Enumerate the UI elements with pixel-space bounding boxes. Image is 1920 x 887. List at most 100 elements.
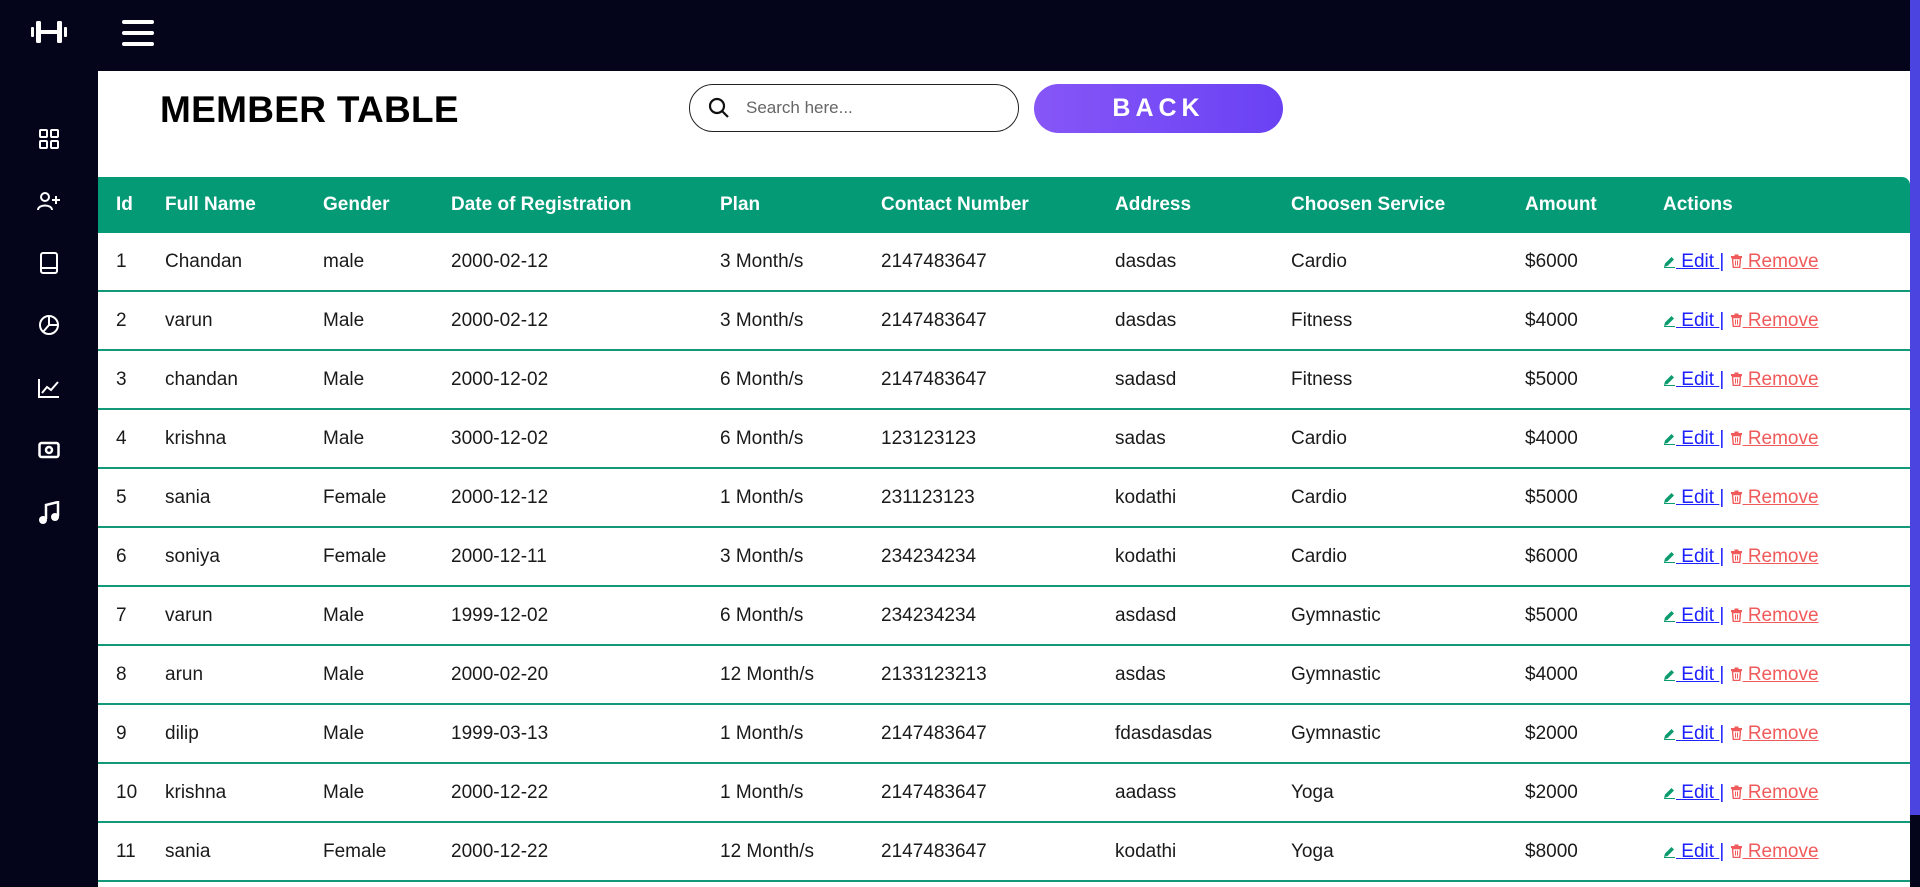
pencil-icon — [1663, 605, 1676, 626]
column-header-actions: Actions — [1663, 177, 1910, 233]
column-header-gender[interactable]: Gender — [323, 177, 451, 233]
pie-chart-icon[interactable] — [36, 312, 62, 338]
cell-address: sadasd — [1115, 351, 1291, 410]
cell-date-of-registration: 1999-03-13 — [451, 705, 720, 764]
cell-id: 9 — [98, 705, 165, 764]
column-header-id[interactable]: Id — [98, 177, 165, 233]
cell-contact-number: 234234234 — [881, 528, 1115, 587]
pencil-icon — [1663, 841, 1676, 862]
column-header-amount[interactable]: Amount — [1525, 177, 1663, 233]
remove-label: Remove — [1747, 368, 1819, 390]
action-separator: | — [1719, 781, 1725, 803]
edit-link[interactable]: Edit | — [1676, 605, 1724, 626]
edit-link[interactable]: Edit | — [1676, 723, 1724, 744]
action-separator: | — [1719, 309, 1725, 331]
edit-link[interactable]: Edit | — [1676, 428, 1724, 449]
trash-icon — [1730, 487, 1743, 508]
action-separator: | — [1719, 486, 1725, 508]
edit-label: Edit — [1681, 368, 1715, 390]
cell-actions: Edit | Remove — [1663, 528, 1910, 587]
cell-actions: Edit | Remove — [1663, 587, 1910, 646]
cell-gender: Male — [323, 705, 451, 764]
remove-link[interactable]: Remove — [1743, 664, 1819, 685]
money-icon[interactable] — [36, 437, 62, 463]
dashboard-grid-icon[interactable] — [36, 126, 62, 152]
edit-link[interactable]: Edit | — [1676, 310, 1724, 331]
search-box[interactable] — [689, 84, 1019, 132]
cell-plan: 6 Month/s — [720, 351, 881, 410]
hamburger-icon[interactable] — [122, 20, 154, 46]
column-header-plan[interactable]: Plan — [720, 177, 881, 233]
line-chart-icon[interactable] — [36, 375, 62, 401]
edit-link[interactable]: Edit | — [1676, 782, 1724, 803]
edit-label: Edit — [1681, 427, 1715, 449]
cell-plan: 1 Month/s — [720, 764, 881, 823]
remove-label: Remove — [1747, 486, 1819, 508]
cell-plan: 6 Month/s — [720, 587, 881, 646]
remove-link[interactable]: Remove — [1743, 605, 1819, 626]
edit-label: Edit — [1681, 781, 1715, 803]
remove-label: Remove — [1747, 427, 1819, 449]
cell-choosen-service: Cardio — [1291, 410, 1525, 469]
add-user-icon[interactable] — [36, 188, 62, 214]
column-header-choosen-service[interactable]: Choosen Service — [1291, 177, 1525, 233]
back-button[interactable]: BACK — [1034, 84, 1283, 133]
search-input[interactable] — [744, 97, 998, 119]
remove-link[interactable]: Remove — [1743, 428, 1819, 449]
column-header-full-name[interactable]: Full Name — [165, 177, 323, 233]
remove-label: Remove — [1747, 250, 1819, 272]
book-icon[interactable] — [36, 250, 62, 276]
table-row: 8 arun Male 2000-02-20 12 Month/s 2133123213 a… — [98, 646, 1910, 705]
cell-gender: Female — [323, 528, 451, 587]
cell-date-of-registration: 2000-02-12 — [451, 292, 720, 351]
column-header-address[interactable]: Address — [1115, 177, 1291, 233]
remove-label: Remove — [1747, 604, 1819, 626]
trash-icon — [1730, 251, 1743, 272]
remove-link[interactable]: Remove — [1743, 251, 1819, 272]
cell-date-of-registration: 2000-12-11 — [451, 528, 720, 587]
music-icon[interactable] — [36, 500, 62, 526]
remove-link[interactable]: Remove — [1743, 723, 1819, 744]
cell-contact-number: 2147483647 — [881, 823, 1115, 882]
edit-link[interactable]: Edit | — [1676, 546, 1724, 567]
cell-amount: $8000 — [1525, 823, 1663, 882]
remove-label: Remove — [1747, 309, 1819, 331]
table-row: 10 krishna Male 2000-12-22 1 Month/s 21474836… — [98, 764, 1910, 823]
cell-actions: Edit | Remove — [1663, 233, 1910, 292]
edit-link[interactable]: Edit | — [1676, 487, 1724, 508]
table-row: 6 soniya Female 2000-12-11 3 Month/s 23423423… — [98, 528, 1910, 587]
remove-link[interactable]: Remove — [1743, 310, 1819, 331]
cell-choosen-service: Fitness — [1291, 351, 1525, 410]
cell-choosen-service: Gymnastic — [1291, 646, 1525, 705]
cell-date-of-registration: 1999-12-02 — [451, 587, 720, 646]
table-row: 9 dilip Male 1999-03-13 1 Month/s 2147483647 f… — [98, 705, 1910, 764]
dumbbell-icon[interactable] — [30, 18, 68, 46]
cell-plan: 12 Month/s — [720, 823, 881, 882]
scrollbar[interactable] — [1910, 0, 1920, 887]
action-separator: | — [1719, 840, 1725, 862]
edit-link[interactable]: Edit | — [1676, 664, 1724, 685]
action-separator: | — [1719, 545, 1725, 567]
cell-choosen-service: Gymnastic — [1291, 587, 1525, 646]
trash-icon — [1730, 605, 1743, 626]
cell-full-name: dilip — [165, 705, 323, 764]
cell-address: dasdas — [1115, 292, 1291, 351]
cell-choosen-service: Cardio — [1291, 469, 1525, 528]
edit-link[interactable]: Edit | — [1676, 251, 1724, 272]
remove-link[interactable]: Remove — [1743, 487, 1819, 508]
remove-link[interactable]: Remove — [1743, 369, 1819, 390]
cell-amount: $2000 — [1525, 705, 1663, 764]
remove-link[interactable]: Remove — [1743, 782, 1819, 803]
cell-gender: Male — [323, 292, 451, 351]
remove-link[interactable]: Remove — [1743, 841, 1819, 862]
cell-amount: $5000 — [1525, 351, 1663, 410]
cell-full-name: varun — [165, 587, 323, 646]
edit-link[interactable]: Edit | — [1676, 369, 1724, 390]
column-header-contact-number[interactable]: Contact Number — [881, 177, 1115, 233]
cell-contact-number: 234234234 — [881, 587, 1115, 646]
cell-gender: male — [323, 233, 451, 292]
edit-link[interactable]: Edit | — [1676, 841, 1724, 862]
cell-date-of-registration: 3000-12-02 — [451, 410, 720, 469]
column-header-date-of-registration[interactable]: Date of Registration — [451, 177, 720, 233]
remove-link[interactable]: Remove — [1743, 546, 1819, 567]
